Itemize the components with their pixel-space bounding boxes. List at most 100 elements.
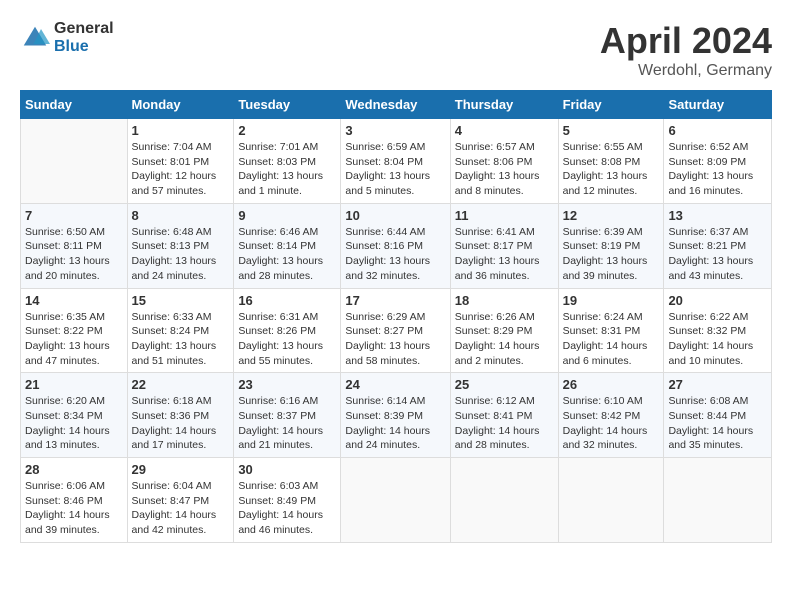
day-number: 1 — [132, 123, 230, 138]
calendar-cell: 1 Sunrise: 7:04 AMSunset: 8:01 PMDaylight… — [127, 119, 234, 204]
calendar-cell — [450, 458, 558, 543]
day-number: 21 — [25, 377, 123, 392]
calendar-cell — [664, 458, 772, 543]
day-info: Sunrise: 6:35 AMSunset: 8:22 PMDaylight:… — [25, 310, 123, 369]
day-number: 22 — [132, 377, 230, 392]
calendar-cell: 29 Sunrise: 6:04 AMSunset: 8:47 PMDayligh… — [127, 458, 234, 543]
header-monday: Monday — [127, 91, 234, 119]
calendar-cell: 3Sunrise: 6:59 AMSunset: 8:04 PMDaylight… — [341, 119, 450, 204]
calendar-cell: 25 Sunrise: 6:12 AMSunset: 8:41 PMDayligh… — [450, 373, 558, 458]
day-number: 2 — [238, 123, 336, 138]
calendar-cell: 23Sunrise: 6:16 AMSunset: 8:37 PMDayligh… — [234, 373, 341, 458]
calendar-cell: 7Sunrise: 6:50 AMSunset: 8:11 PMDaylight… — [21, 203, 128, 288]
day-info: Sunrise: 7:01 AMSunset: 8:03 PMDaylight:… — [238, 140, 336, 199]
calendar-cell: 20 Sunrise: 6:22 AMSunset: 8:32 PMDayligh… — [664, 288, 772, 373]
logo: General Blue — [20, 20, 114, 55]
calendar-week-2: 7Sunrise: 6:50 AMSunset: 8:11 PMDaylight… — [21, 203, 772, 288]
title-block: April 2024 Werdohl, Germany — [600, 20, 772, 80]
logo-icon — [20, 23, 50, 53]
day-info: Sunrise: 6:03 AMSunset: 8:49 PMDaylight:… — [238, 479, 336, 538]
day-number: 6 — [668, 123, 767, 138]
logo-text: General Blue — [54, 20, 114, 55]
header-thursday: Thursday — [450, 91, 558, 119]
day-info: Sunrise: 6:20 AMSunset: 8:34 PMDaylight:… — [25, 394, 123, 453]
day-number: 4 — [455, 123, 554, 138]
calendar-week-3: 14Sunrise: 6:35 AMSunset: 8:22 PMDayligh… — [21, 288, 772, 373]
day-info: Sunrise: 6:08 AMSunset: 8:44 PMDaylight:… — [668, 394, 767, 453]
calendar-cell: 22Sunrise: 6:18 AMSunset: 8:36 PMDayligh… — [127, 373, 234, 458]
day-info: Sunrise: 7:04 AMSunset: 8:01 PMDaylight:… — [132, 140, 230, 199]
day-number: 8 — [132, 208, 230, 223]
day-number: 12 — [563, 208, 660, 223]
day-info: Sunrise: 6:46 AMSunset: 8:14 PMDaylight:… — [238, 225, 336, 284]
calendar-week-5: 28Sunrise: 6:06 AMSunset: 8:46 PMDayligh… — [21, 458, 772, 543]
calendar-cell: 2 Sunrise: 7:01 AMSunset: 8:03 PMDaylight… — [234, 119, 341, 204]
header-sunday: Sunday — [21, 91, 128, 119]
calendar-week-4: 21 Sunrise: 6:20 AMSunset: 8:34 PMDayligh… — [21, 373, 772, 458]
day-number: 30 — [238, 462, 336, 477]
calendar-cell: 26 Sunrise: 6:10 AMSunset: 8:42 PMDayligh… — [558, 373, 664, 458]
day-info: Sunrise: 6:26 AMSunset: 8:29 PMDaylight:… — [455, 310, 554, 369]
day-number: 16 — [238, 293, 336, 308]
day-info: Sunrise: 6:55 AMSunset: 8:08 PMDaylight:… — [563, 140, 660, 199]
page-header: General Blue April 2024 Werdohl, Germany — [20, 20, 772, 80]
calendar-cell: 13Sunrise: 6:37 AMSunset: 8:21 PMDayligh… — [664, 203, 772, 288]
day-number: 17 — [345, 293, 445, 308]
day-info: Sunrise: 6:50 AMSunset: 8:11 PMDaylight:… — [25, 225, 123, 284]
day-info: Sunrise: 6:14 AMSunset: 8:39 PMDaylight:… — [345, 394, 445, 453]
day-info: Sunrise: 6:16 AMSunset: 8:37 PMDaylight:… — [238, 394, 336, 453]
calendar-cell: 6 Sunrise: 6:52 AMSunset: 8:09 PMDaylight… — [664, 119, 772, 204]
day-info: Sunrise: 6:52 AMSunset: 8:09 PMDaylight:… — [668, 140, 767, 199]
logo-blue-text: Blue — [54, 38, 114, 56]
day-info: Sunrise: 6:48 AMSunset: 8:13 PMDaylight:… — [132, 225, 230, 284]
calendar-header-row: SundayMondayTuesdayWednesdayThursdayFrid… — [21, 91, 772, 119]
calendar-table: SundayMondayTuesdayWednesdayThursdayFrid… — [20, 90, 772, 543]
header-friday: Friday — [558, 91, 664, 119]
day-number: 9 — [238, 208, 336, 223]
day-info: Sunrise: 6:12 AMSunset: 8:41 PMDaylight:… — [455, 394, 554, 453]
day-info: Sunrise: 6:24 AMSunset: 8:31 PMDaylight:… — [563, 310, 660, 369]
calendar-cell: 19 Sunrise: 6:24 AMSunset: 8:31 PMDayligh… — [558, 288, 664, 373]
calendar-cell: 24 Sunrise: 6:14 AMSunset: 8:39 PMDayligh… — [341, 373, 450, 458]
day-info: Sunrise: 6:44 AMSunset: 8:16 PMDaylight:… — [345, 225, 445, 284]
calendar-cell: 16 Sunrise: 6:31 AMSunset: 8:26 PMDayligh… — [234, 288, 341, 373]
day-number: 26 — [563, 377, 660, 392]
day-number: 20 — [668, 293, 767, 308]
day-info: Sunrise: 6:10 AMSunset: 8:42 PMDaylight:… — [563, 394, 660, 453]
calendar-title: April 2024 — [600, 20, 772, 62]
day-number: 19 — [563, 293, 660, 308]
calendar-cell: 9 Sunrise: 6:46 AMSunset: 8:14 PMDaylight… — [234, 203, 341, 288]
day-number: 10 — [345, 208, 445, 223]
day-info: Sunrise: 6:41 AMSunset: 8:17 PMDaylight:… — [455, 225, 554, 284]
day-number: 25 — [455, 377, 554, 392]
day-info: Sunrise: 6:57 AMSunset: 8:06 PMDaylight:… — [455, 140, 554, 199]
day-number: 29 — [132, 462, 230, 477]
calendar-location: Werdohl, Germany — [600, 62, 772, 80]
calendar-cell: 4 Sunrise: 6:57 AMSunset: 8:06 PMDaylight… — [450, 119, 558, 204]
day-info: Sunrise: 6:22 AMSunset: 8:32 PMDaylight:… — [668, 310, 767, 369]
calendar-cell: 17 Sunrise: 6:29 AMSunset: 8:27 PMDayligh… — [341, 288, 450, 373]
day-info: Sunrise: 6:39 AMSunset: 8:19 PMDaylight:… — [563, 225, 660, 284]
calendar-cell: 11 Sunrise: 6:41 AMSunset: 8:17 PMDayligh… — [450, 203, 558, 288]
calendar-cell: 5Sunrise: 6:55 AMSunset: 8:08 PMDaylight… — [558, 119, 664, 204]
calendar-cell: 28Sunrise: 6:06 AMSunset: 8:46 PMDayligh… — [21, 458, 128, 543]
calendar-cell — [341, 458, 450, 543]
calendar-cell — [558, 458, 664, 543]
calendar-cell: 27Sunrise: 6:08 AMSunset: 8:44 PMDayligh… — [664, 373, 772, 458]
calendar-cell: 21 Sunrise: 6:20 AMSunset: 8:34 PMDayligh… — [21, 373, 128, 458]
calendar-cell: 14Sunrise: 6:35 AMSunset: 8:22 PMDayligh… — [21, 288, 128, 373]
day-number: 24 — [345, 377, 445, 392]
day-number: 28 — [25, 462, 123, 477]
calendar-cell: 30 Sunrise: 6:03 AMSunset: 8:49 PMDayligh… — [234, 458, 341, 543]
day-number: 11 — [455, 208, 554, 223]
day-info: Sunrise: 6:29 AMSunset: 8:27 PMDaylight:… — [345, 310, 445, 369]
logo-general-text: General — [54, 20, 114, 38]
calendar-cell: 18 Sunrise: 6:26 AMSunset: 8:29 PMDayligh… — [450, 288, 558, 373]
day-info: Sunrise: 6:04 AMSunset: 8:47 PMDaylight:… — [132, 479, 230, 538]
day-number: 18 — [455, 293, 554, 308]
day-info: Sunrise: 6:31 AMSunset: 8:26 PMDaylight:… — [238, 310, 336, 369]
calendar-week-1: 1 Sunrise: 7:04 AMSunset: 8:01 PMDaylight… — [21, 119, 772, 204]
day-info: Sunrise: 6:33 AMSunset: 8:24 PMDaylight:… — [132, 310, 230, 369]
header-wednesday: Wednesday — [341, 91, 450, 119]
header-saturday: Saturday — [664, 91, 772, 119]
